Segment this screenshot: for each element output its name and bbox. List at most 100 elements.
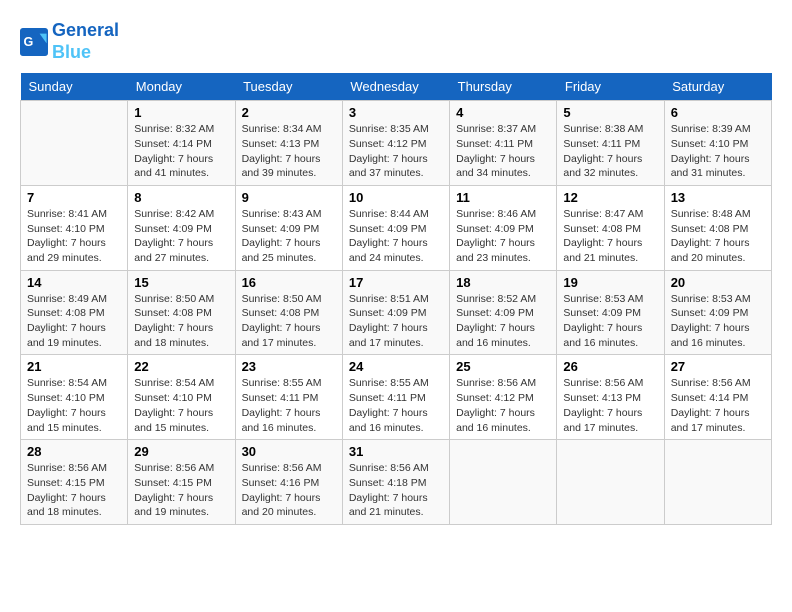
calendar-day-cell: 28 Sunrise: 8:56 AMSunset: 4:15 PMDayligh… [21, 440, 128, 525]
day-number: 31 [349, 444, 443, 459]
day-info: Sunrise: 8:54 AMSunset: 4:10 PMDaylight:… [27, 376, 121, 435]
weekday-header-wednesday: Wednesday [342, 73, 449, 101]
day-info: Sunrise: 8:56 AMSunset: 4:15 PMDaylight:… [27, 461, 121, 520]
calendar-table: SundayMondayTuesdayWednesdayThursdayFrid… [20, 73, 772, 525]
day-info: Sunrise: 8:34 AMSunset: 4:13 PMDaylight:… [242, 122, 336, 181]
calendar-day-cell: 17Sunrise: 8:51 AMSunset: 4:09 PMDayligh… [342, 270, 449, 355]
day-number: 8 [134, 190, 228, 205]
calendar-day-cell: 31 Sunrise: 8:56 AMSunset: 4:18 PMDayligh… [342, 440, 449, 525]
day-number: 3 [349, 105, 443, 120]
day-info: Sunrise: 8:39 AMSunset: 4:10 PMDaylight:… [671, 122, 765, 181]
calendar-day-cell: 29 Sunrise: 8:56 AMSunset: 4:15 PMDayligh… [128, 440, 235, 525]
calendar-day-cell [664, 440, 771, 525]
calendar-day-cell: 2Sunrise: 8:34 AMSunset: 4:13 PMDaylight… [235, 101, 342, 186]
day-number: 15 [134, 275, 228, 290]
calendar-day-cell: 27 Sunrise: 8:56 AMSunset: 4:14 PMDayligh… [664, 355, 771, 440]
calendar-day-cell: 16 Sunrise: 8:50 AMSunset: 4:08 PMDayligh… [235, 270, 342, 355]
calendar-day-cell: 24 Sunrise: 8:55 AMSunset: 4:11 PMDayligh… [342, 355, 449, 440]
calendar-day-cell: 5Sunrise: 8:38 AMSunset: 4:11 PMDaylight… [557, 101, 664, 186]
day-number: 29 [134, 444, 228, 459]
day-info: Sunrise: 8:50 AMSunset: 4:08 PMDaylight:… [134, 292, 228, 351]
day-number: 18 [456, 275, 550, 290]
day-info: Sunrise: 8:35 AMSunset: 4:12 PMDaylight:… [349, 122, 443, 181]
day-info: Sunrise: 8:55 AMSunset: 4:11 PMDaylight:… [349, 376, 443, 435]
weekday-header-saturday: Saturday [664, 73, 771, 101]
day-number: 6 [671, 105, 765, 120]
calendar-day-cell: 23 Sunrise: 8:55 AMSunset: 4:11 PMDayligh… [235, 355, 342, 440]
day-number: 1 [134, 105, 228, 120]
day-number: 4 [456, 105, 550, 120]
day-info: Sunrise: 8:55 AMSunset: 4:11 PMDaylight:… [242, 376, 336, 435]
day-info: Sunrise: 8:38 AMSunset: 4:11 PMDaylight:… [563, 122, 657, 181]
day-info: Sunrise: 8:46 AMSunset: 4:09 PMDaylight:… [456, 207, 550, 266]
calendar-week-row: 21 Sunrise: 8:54 AMSunset: 4:10 PMDayligh… [21, 355, 772, 440]
day-info: Sunrise: 8:41 AMSunset: 4:10 PMDaylight:… [27, 207, 121, 266]
day-info: Sunrise: 8:32 AMSunset: 4:14 PMDaylight:… [134, 122, 228, 181]
day-number: 25 [456, 359, 550, 374]
calendar-day-cell: 18Sunrise: 8:52 AMSunset: 4:09 PMDayligh… [450, 270, 557, 355]
day-info: Sunrise: 8:53 AMSunset: 4:09 PMDaylight:… [563, 292, 657, 351]
day-number: 14 [27, 275, 121, 290]
day-info: Sunrise: 8:56 AMSunset: 4:16 PMDaylight:… [242, 461, 336, 520]
calendar-day-cell: 19 Sunrise: 8:53 AMSunset: 4:09 PMDayligh… [557, 270, 664, 355]
day-number: 27 [671, 359, 765, 374]
day-number: 13 [671, 190, 765, 205]
day-number: 9 [242, 190, 336, 205]
day-number: 16 [242, 275, 336, 290]
day-info: Sunrise: 8:54 AMSunset: 4:10 PMDaylight:… [134, 376, 228, 435]
page-header: G General Blue [20, 20, 772, 63]
calendar-day-cell: 21 Sunrise: 8:54 AMSunset: 4:10 PMDayligh… [21, 355, 128, 440]
calendar-day-cell: 12 Sunrise: 8:47 AMSunset: 4:08 PMDayligh… [557, 185, 664, 270]
day-info: Sunrise: 8:50 AMSunset: 4:08 PMDaylight:… [242, 292, 336, 351]
calendar-day-cell: 22 Sunrise: 8:54 AMSunset: 4:10 PMDayligh… [128, 355, 235, 440]
calendar-day-cell: 6 Sunrise: 8:39 AMSunset: 4:10 PMDaylight… [664, 101, 771, 186]
day-number: 26 [563, 359, 657, 374]
weekday-header-row: SundayMondayTuesdayWednesdayThursdayFrid… [21, 73, 772, 101]
day-number: 20 [671, 275, 765, 290]
calendar-day-cell: 13 Sunrise: 8:48 AMSunset: 4:08 PMDayligh… [664, 185, 771, 270]
day-number: 22 [134, 359, 228, 374]
calendar-day-cell [450, 440, 557, 525]
weekday-header-monday: Monday [128, 73, 235, 101]
logo: G General Blue [20, 20, 119, 63]
day-number: 28 [27, 444, 121, 459]
calendar-week-row: 1 Sunrise: 8:32 AMSunset: 4:14 PMDaylight… [21, 101, 772, 186]
day-number: 24 [349, 359, 443, 374]
calendar-day-cell [557, 440, 664, 525]
calendar-day-cell: 9Sunrise: 8:43 AMSunset: 4:09 PMDaylight… [235, 185, 342, 270]
day-info: Sunrise: 8:48 AMSunset: 4:08 PMDaylight:… [671, 207, 765, 266]
svg-text:G: G [24, 35, 34, 49]
day-number: 11 [456, 190, 550, 205]
day-info: Sunrise: 8:47 AMSunset: 4:08 PMDaylight:… [563, 207, 657, 266]
calendar-day-cell: 7Sunrise: 8:41 AMSunset: 4:10 PMDaylight… [21, 185, 128, 270]
day-number: 30 [242, 444, 336, 459]
day-info: Sunrise: 8:56 AMSunset: 4:18 PMDaylight:… [349, 461, 443, 520]
day-number: 12 [563, 190, 657, 205]
day-info: Sunrise: 8:56 AMSunset: 4:12 PMDaylight:… [456, 376, 550, 435]
calendar-day-cell: 30 Sunrise: 8:56 AMSunset: 4:16 PMDayligh… [235, 440, 342, 525]
day-info: Sunrise: 8:42 AMSunset: 4:09 PMDaylight:… [134, 207, 228, 266]
day-number: 19 [563, 275, 657, 290]
weekday-header-friday: Friday [557, 73, 664, 101]
day-number: 10 [349, 190, 443, 205]
day-number: 21 [27, 359, 121, 374]
calendar-day-cell: 25 Sunrise: 8:56 AMSunset: 4:12 PMDayligh… [450, 355, 557, 440]
calendar-day-cell [21, 101, 128, 186]
day-info: Sunrise: 8:37 AMSunset: 4:11 PMDaylight:… [456, 122, 550, 181]
calendar-day-cell: 3 Sunrise: 8:35 AMSunset: 4:12 PMDaylight… [342, 101, 449, 186]
day-number: 23 [242, 359, 336, 374]
calendar-day-cell: 1 Sunrise: 8:32 AMSunset: 4:14 PMDaylight… [128, 101, 235, 186]
day-info: Sunrise: 8:56 AMSunset: 4:15 PMDaylight:… [134, 461, 228, 520]
calendar-day-cell: 4 Sunrise: 8:37 AMSunset: 4:11 PMDaylight… [450, 101, 557, 186]
weekday-header-tuesday: Tuesday [235, 73, 342, 101]
calendar-week-row: 28 Sunrise: 8:56 AMSunset: 4:15 PMDayligh… [21, 440, 772, 525]
logo-text: General Blue [52, 20, 119, 63]
day-info: Sunrise: 8:49 AMSunset: 4:08 PMDaylight:… [27, 292, 121, 351]
calendar-day-cell: 20Sunrise: 8:53 AMSunset: 4:09 PMDayligh… [664, 270, 771, 355]
day-info: Sunrise: 8:56 AMSunset: 4:14 PMDaylight:… [671, 376, 765, 435]
calendar-day-cell: 8 Sunrise: 8:42 AMSunset: 4:09 PMDaylight… [128, 185, 235, 270]
calendar-day-cell: 26Sunrise: 8:56 AMSunset: 4:13 PMDayligh… [557, 355, 664, 440]
day-info: Sunrise: 8:51 AMSunset: 4:09 PMDaylight:… [349, 292, 443, 351]
calendar-day-cell: 15 Sunrise: 8:50 AMSunset: 4:08 PMDayligh… [128, 270, 235, 355]
logo-icon: G [20, 28, 48, 56]
